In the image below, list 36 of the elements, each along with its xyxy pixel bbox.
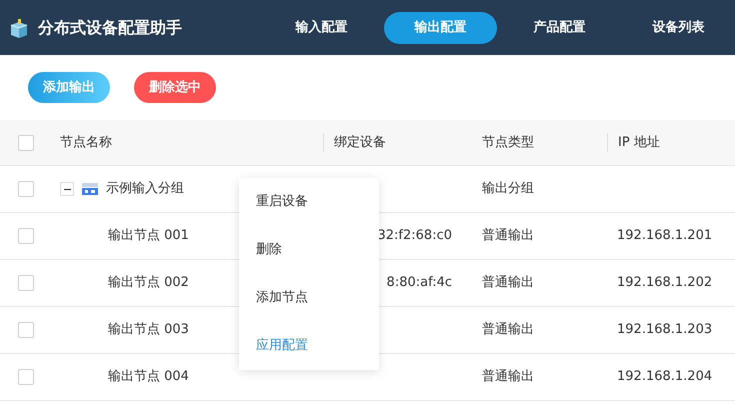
type-cell: 普通输出 — [482, 275, 534, 290]
ip-cell: 192.168.1.201 — [617, 228, 712, 244]
node-name: 输出节点 003 — [108, 321, 189, 340]
checkbox[interactable] — [18, 228, 34, 244]
app-title: 分布式设备配置助手 — [38, 16, 182, 38]
device-cell: 8:80:af:4c — [386, 275, 452, 290]
group-name: 示例输入分组 — [106, 180, 184, 198]
node-name: 输出节点 001 — [108, 227, 189, 246]
collapse-toggle[interactable] — [60, 182, 74, 196]
checkbox[interactable] — [18, 181, 34, 197]
ip-cell: 192.168.1.202 — [617, 275, 712, 290]
ip-cell: 192.168.1.204 — [617, 369, 712, 384]
checkbox[interactable] — [18, 134, 34, 150]
checkbox[interactable] — [18, 322, 34, 338]
column-header: 节点名称 — [60, 134, 112, 152]
type-cell: 普通输出 — [482, 369, 534, 384]
menu-item[interactable]: 删除 — [239, 226, 379, 274]
type-cell: 普通输出 — [482, 228, 534, 244]
column-header: 绑定设备 — [334, 134, 386, 150]
toolbox-icon — [8, 16, 30, 38]
device-icon — [82, 183, 98, 195]
column-header: 节点类型 — [482, 134, 534, 150]
checkbox[interactable] — [18, 275, 34, 291]
nav-tab[interactable]: 产品配置 — [503, 12, 616, 44]
menu-item[interactable]: 添加节点 — [239, 274, 379, 322]
node-name: 输出节点 002 — [108, 274, 189, 292]
nav-tab[interactable]: 输入配置 — [265, 12, 378, 44]
type-cell: 普通输出 — [482, 322, 534, 338]
nav-tab[interactable]: 设备列表 — [622, 12, 735, 44]
checkbox[interactable] — [18, 369, 34, 385]
type-cell: 输出分组 — [482, 181, 534, 196]
ip-cell: 192.168.1.203 — [617, 322, 712, 338]
column-header: IP 地址 — [618, 134, 660, 150]
menu-item[interactable]: 重启设备 — [239, 178, 379, 226]
device-cell: 32:f2:68:c0 — [378, 228, 452, 244]
node-name: 输出节点 004 — [108, 368, 189, 386]
